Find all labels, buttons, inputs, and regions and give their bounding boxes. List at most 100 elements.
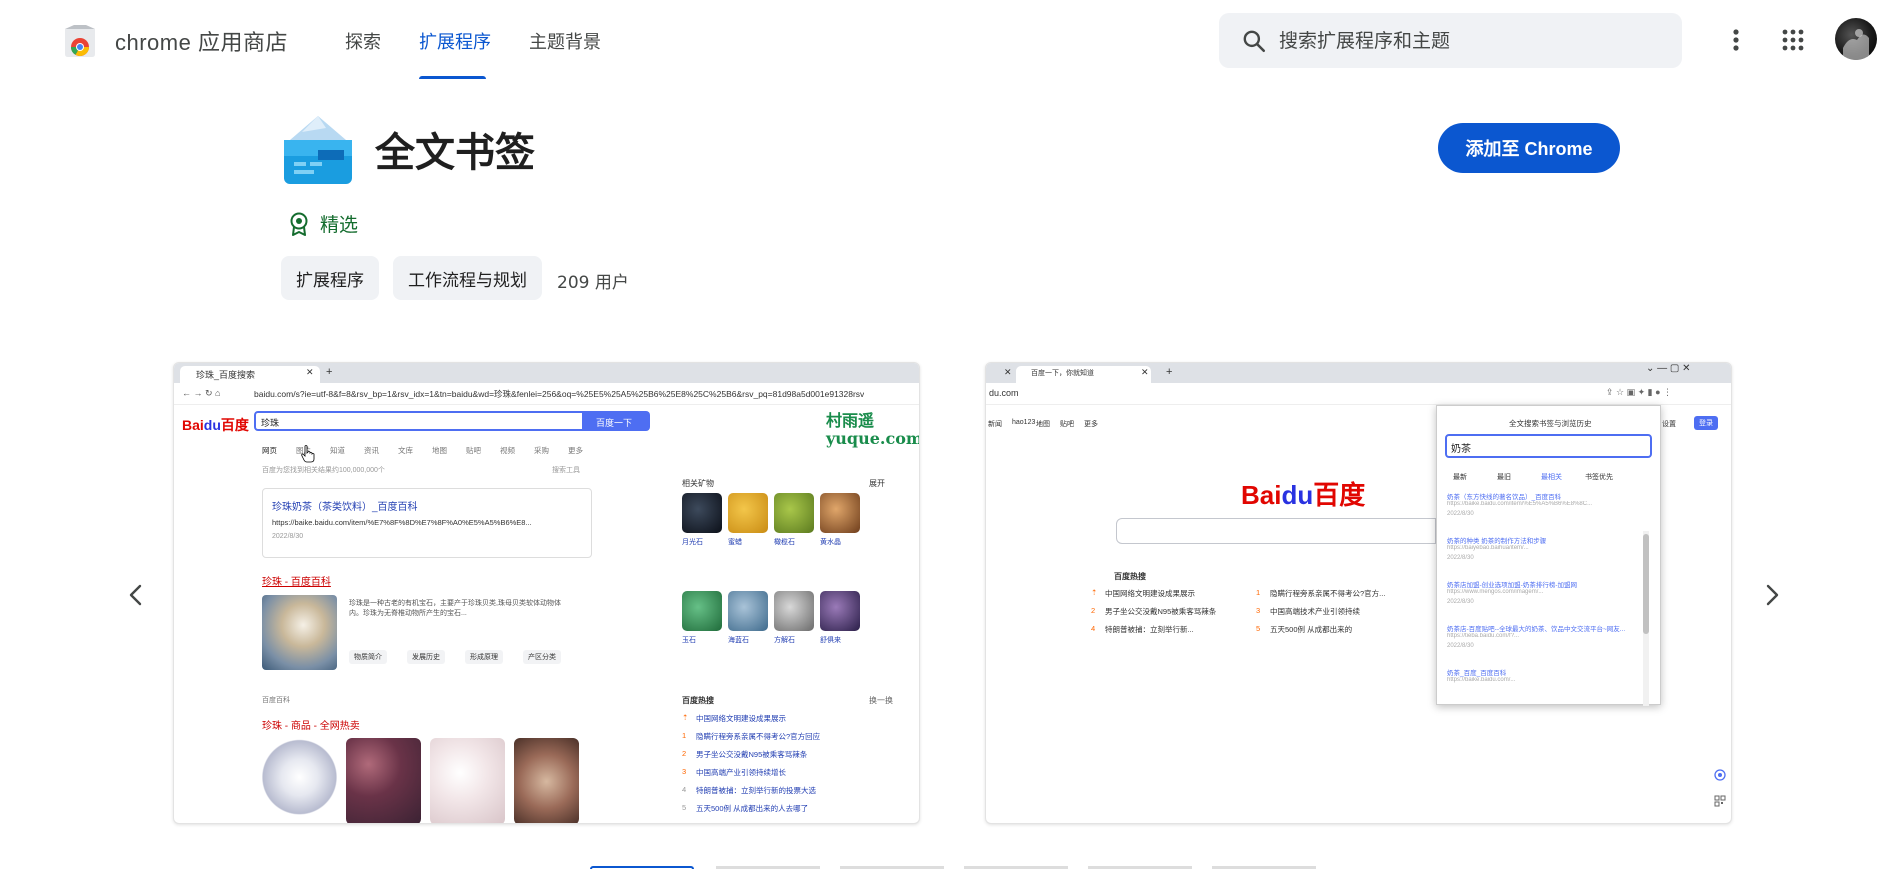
baidu-filter-item: 网页 (262, 446, 277, 455)
popup-result-title: 奶茶店加盟-创业选项加盟-奶茶排行榜-加盟网 (1447, 582, 1577, 589)
mineral-label: 海蓝石 (728, 637, 749, 644)
category-chip-extensions[interactable]: 扩展程序 (281, 256, 379, 300)
result2-title: 珍珠 - 百度百科 (262, 577, 331, 588)
google-apps-icon[interactable] (1781, 28, 1805, 52)
related-title: 相关矿物 (682, 479, 714, 488)
category-chip-workflow[interactable]: 工作流程与规划 (393, 256, 542, 300)
hot-title-2: 百度热搜 (1114, 572, 1146, 581)
watermark-url: yuque.com/cunyu1943 (826, 429, 920, 448)
featured-badge-icon (290, 212, 308, 236)
mineral-label: 黄水晶 (820, 539, 841, 546)
hot-rank: 5 (682, 803, 687, 812)
toolbar-icons: ⇪ ☆ ▣ ✦ ▮ ● ⋮ (1606, 387, 1673, 397)
close-tab-icon-2: ✕ (1004, 367, 1012, 377)
shop-title: 珍珠 - 商品 - 全网热卖 (262, 721, 360, 732)
mineral-image (682, 493, 722, 533)
hot-item-2: 中国网络文明建设成果展示 (1105, 589, 1195, 598)
user-count: 209 用户 (557, 273, 629, 293)
settings-link: 设置 (1662, 421, 1676, 428)
extension-icon (284, 116, 352, 184)
hot-item-2: 五天500例 从成都出来的 (1270, 625, 1353, 634)
hot-rank-2: 1 (1256, 588, 1261, 597)
mineral-label: 蜜蜡 (728, 539, 742, 546)
baidu-filter-item: 更多 (568, 446, 583, 455)
baidu-filter-item: 知道 (330, 446, 345, 455)
popup-result-title: 奶茶_百度_百度百科 (1447, 670, 1507, 677)
watermark-author: 村雨遥 (826, 411, 875, 430)
hot-item: 中国高端产业引领持续增长 (696, 768, 786, 777)
mineral-image (820, 493, 860, 533)
mineral-image (728, 591, 768, 631)
baidu-filter-item: 地图 (432, 446, 447, 455)
store-name[interactable]: chrome 应用商店 (115, 25, 288, 57)
popup-result-url: https://baike.baidu.com/... (1447, 677, 1516, 683)
hot-rank-2: ⇡ (1091, 588, 1098, 597)
result2-tag: 产区分类 (523, 650, 561, 664)
hot-rank-2: 2 (1091, 606, 1096, 615)
popup-result-url: https://tieba.baidu.com/f?... (1447, 633, 1520, 639)
product-image-2 (346, 738, 421, 823)
window-controls-icon: ⌄ — ▢ ✕ (1646, 363, 1691, 374)
pearl-image (262, 595, 337, 670)
new-tab-icon: + (326, 366, 333, 378)
hot-item: 隐瞒行程旁系亲属不得考公?官方回应 (696, 732, 821, 741)
popup-result-title: 奶茶店-百度贴吧--全球最大的奶茶、饮品中文交流平台~网友... (1447, 626, 1626, 633)
hot-rank-2: 4 (1091, 624, 1096, 633)
hot-rank-2: 3 (1256, 606, 1261, 615)
hand-cursor-icon (301, 445, 315, 463)
search-tools: 搜索工具 (552, 467, 580, 474)
product-image-1 (262, 738, 337, 823)
screenshot-1[interactable]: 珍珠_百度搜索 ✕ + ← → ↻ ⌂ baidu.com/s?ie=utf-8… (173, 362, 920, 824)
popup-result-date: 2022/8/30 (1447, 511, 1474, 517)
hot-rank: 3 (682, 767, 687, 776)
featured-badge[interactable]: 精选 (288, 210, 358, 237)
popup-tab: 最相关 (1541, 474, 1562, 481)
tab-themes[interactable]: 主题背景 (529, 28, 601, 54)
mineral-image (774, 591, 814, 631)
add-to-chrome-button[interactable]: 添加至 Chrome (1438, 123, 1620, 173)
extension-popup: 全文搜索书签与浏览历史 奶茶 最新 最旧 最相关 书签优先 奶茶（东方快线的著名饮品）… (1436, 405, 1661, 706)
baidu-nav-link: 新闻 (988, 421, 1002, 428)
popup-result-title: 奶茶（东方快线的著名饮品）_百度百科 (1447, 494, 1562, 501)
baidu-nav-link: 地图 (1036, 421, 1050, 428)
search-input[interactable] (1279, 27, 1659, 55)
mineral-image (728, 493, 768, 533)
baidu-filter-item: 视频 (500, 446, 515, 455)
more-options-icon[interactable] (1726, 24, 1746, 56)
chevron-left-icon[interactable] (121, 580, 151, 610)
chrome-web-store-logo[interactable] (62, 23, 98, 59)
hot-item-2: 隐瞒行程旁系亲属不得考公?官方... (1270, 589, 1386, 598)
search-icon (1243, 30, 1266, 53)
baidu-filter-item: 资讯 (364, 446, 379, 455)
baidu-filter-item: 贴吧 (466, 446, 481, 455)
url-text: baidu.com/s?ie=utf-8&f=8&rsv_bp=1&rsv_id… (254, 389, 865, 399)
login-button: 登录 (1694, 416, 1718, 430)
mineral-label: 玉石 (682, 637, 696, 644)
chevron-right-icon[interactable] (1757, 580, 1787, 610)
baidu-search-input (254, 411, 584, 431)
tab-explore[interactable]: 探索 (345, 28, 381, 54)
search-box[interactable] (1219, 13, 1682, 68)
result2-tag: 形成原理 (465, 650, 503, 664)
popup-title: 全文搜索书签与浏览历史 (1509, 419, 1592, 428)
tab-extensions[interactable]: 扩展程序 (419, 28, 491, 54)
result1-date: 2022/8/30 (272, 533, 304, 540)
hot-rank: 1 (682, 731, 687, 740)
mineral-label: 方解石 (774, 637, 795, 644)
product-image-3 (430, 738, 505, 823)
mineral-label: 橄榄石 (774, 539, 795, 546)
popup-result-date: 2022/8/30 (1447, 599, 1474, 605)
hot-item: 中国网络文明建设成果展示 (696, 714, 786, 723)
popup-tab: 最旧 (1497, 474, 1511, 481)
url-text-2: du.com (989, 388, 1019, 398)
baidu-search-input-2 (1116, 518, 1436, 544)
extension-title: 全文书签 (375, 130, 535, 176)
screenshot-2[interactable]: ✕ 百度一下，你就知道 ✕ + ⌄ — ▢ ✕ du.com ⇪ ☆ ▣ ✦ ▮… (985, 362, 1732, 824)
help-icon (1714, 769, 1726, 781)
qrcode-icon (1714, 795, 1726, 807)
baidu-search-button: 百度一下 (596, 418, 633, 428)
hot-item-2: 特朗普被捕：立刻举行新... (1105, 625, 1194, 634)
close-tab-icon: ✕ (306, 367, 314, 377)
account-avatar[interactable] (1835, 18, 1877, 60)
baidu-nav-link: 更多 (1084, 421, 1098, 428)
